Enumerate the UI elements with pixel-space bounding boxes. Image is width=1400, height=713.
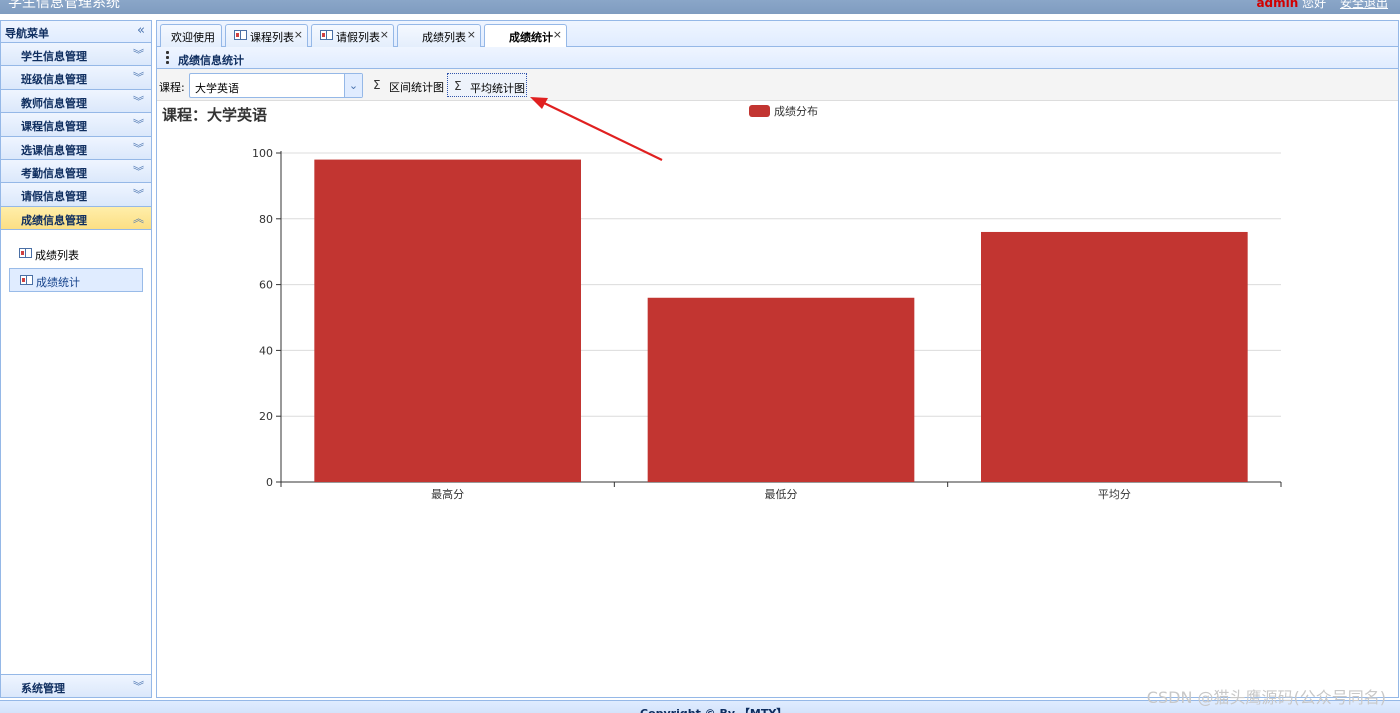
sidebar-item-class[interactable]: 班级信息管理 ︾ bbox=[1, 66, 151, 90]
tab-grade-list[interactable]: 成绩列表 × bbox=[397, 24, 481, 47]
sidebar-item-label: 系统管理 bbox=[21, 681, 65, 695]
book-icon bbox=[320, 30, 333, 40]
panel-header: 成绩信息统计 bbox=[157, 47, 1398, 69]
course-label: 课程: bbox=[159, 81, 185, 94]
sidebar-item-course[interactable]: 课程信息管理 ︾ bbox=[1, 113, 151, 137]
y-tick-label: 80 bbox=[259, 213, 273, 226]
double-chevron-down-icon: ︾ bbox=[133, 48, 144, 61]
range-chart-button[interactable]: Σ 区间统计图 bbox=[367, 73, 447, 97]
bar bbox=[314, 159, 581, 482]
tab-course-list[interactable]: 课程列表 × bbox=[225, 24, 308, 47]
grade-submenu: 成绩列表 成绩统计 bbox=[1, 230, 151, 670]
x-tick-label: 平均分 bbox=[1098, 488, 1131, 501]
legend-swatch bbox=[749, 105, 770, 117]
sidebar-title: 导航菜单 bbox=[5, 27, 49, 40]
bar bbox=[981, 231, 1248, 482]
toolbar: 课程: 大学英语 ⌄ Σ 区间统计图 Σ 平均统计图 bbox=[157, 69, 1398, 101]
y-tick-label: 40 bbox=[259, 344, 273, 357]
app-header: 学生信息管理系统 admin 您好 安全退出 bbox=[0, 0, 1400, 14]
user-name: admin bbox=[1256, 0, 1299, 10]
main-panel: 欢迎使用 课程列表 × 请假列表 × 成绩列表 × 成绩统计 × 成绩信息统计 … bbox=[156, 20, 1399, 698]
close-icon[interactable]: × bbox=[553, 28, 562, 41]
submenu-item-grade-stats[interactable]: 成绩统计 bbox=[9, 268, 143, 293]
sidebar-item-selection[interactable]: 选课信息管理 ︾ bbox=[1, 136, 151, 160]
sidebar-item-label: 课程信息管理 bbox=[21, 120, 87, 134]
double-chevron-down-icon: ︾ bbox=[133, 164, 144, 178]
footer-copyright: Copyright © By 【MTY】 bbox=[640, 705, 787, 713]
sidebar: 导航菜单 « 学生信息管理 ︾ 班级信息管理 ︾ 教师信息管理 ︾ 课程信息管理… bbox=[0, 20, 152, 698]
avg-chart-label: 平均统计图 bbox=[470, 82, 525, 95]
tab-welcome[interactable]: 欢迎使用 bbox=[160, 24, 222, 47]
range-chart-label: 区间统计图 bbox=[389, 81, 444, 94]
course-select-value: 大学英语 bbox=[195, 82, 239, 95]
close-icon[interactable]: × bbox=[380, 28, 389, 41]
sidebar-item-leave[interactable]: 请假信息管理 ︾ bbox=[1, 183, 151, 207]
sidebar-item-label: 班级信息管理 bbox=[21, 73, 87, 87]
close-icon[interactable]: × bbox=[467, 28, 476, 41]
sidebar-item-student[interactable]: 学生信息管理 ︾ bbox=[1, 43, 151, 67]
double-chevron-down-icon: ︾ bbox=[133, 118, 144, 132]
sidebar-item-grade[interactable]: 成绩信息管理 ︽ bbox=[1, 206, 151, 231]
tab-grade-stats[interactable]: 成绩统计 × bbox=[484, 24, 567, 48]
user-box: admin 您好 安全退出 bbox=[1256, 0, 1388, 11]
book-icon bbox=[20, 275, 33, 286]
sidebar-item-label: 考勤信息管理 bbox=[21, 166, 87, 180]
legend-label: 成绩分布 bbox=[774, 105, 818, 118]
vertical-dots-icon bbox=[166, 51, 169, 65]
avg-chart-button[interactable]: Σ 平均统计图 bbox=[447, 73, 527, 97]
submenu-item-grade-list[interactable]: 成绩列表 bbox=[9, 242, 143, 266]
sidebar-item-system[interactable]: 系统管理 ︾ bbox=[1, 673, 151, 697]
chart-area: 课程：大学英语 0 20 40 60 80 100 最高分 最低分 平均分 成绩分布 bbox=[157, 101, 1398, 695]
double-chevron-down-icon: ︾ bbox=[133, 94, 144, 108]
double-chevron-down-icon: ︾ bbox=[133, 141, 144, 155]
close-icon[interactable]: × bbox=[294, 28, 303, 41]
sidebar-item-label: 选课信息管理 bbox=[21, 143, 87, 157]
submenu-item-label: 成绩列表 bbox=[35, 249, 79, 263]
book-icon bbox=[234, 30, 247, 40]
book-icon bbox=[19, 248, 32, 259]
sidebar-header: 导航菜单 « bbox=[1, 21, 151, 43]
user-greeting: 您好 bbox=[1302, 0, 1327, 10]
double-chevron-down-icon: ︾ bbox=[133, 188, 144, 202]
double-chevron-down-icon: ︾ bbox=[133, 679, 144, 693]
tab-label: 欢迎使用 bbox=[171, 31, 215, 44]
watermark: CSDN @猫头鹰源码(公众号同名) bbox=[1146, 688, 1386, 707]
sigma-icon: Σ bbox=[454, 79, 462, 93]
tab-label: 请假列表 bbox=[336, 31, 380, 44]
sidebar-item-label: 教师信息管理 bbox=[21, 96, 87, 110]
chevron-down-icon[interactable]: ⌄ bbox=[344, 74, 362, 97]
y-tick-label: 20 bbox=[259, 410, 273, 423]
sidebar-item-label: 请假信息管理 bbox=[21, 190, 87, 204]
tab-leave-list[interactable]: 请假列表 × bbox=[311, 24, 394, 47]
double-chevron-down-icon: ︾ bbox=[133, 71, 144, 85]
y-tick-label: 60 bbox=[259, 279, 273, 292]
sidebar-item-teacher[interactable]: 教师信息管理 ︾ bbox=[1, 89, 151, 114]
panel-title: 成绩信息统计 bbox=[178, 54, 244, 67]
y-tick-label: 100 bbox=[252, 147, 273, 160]
double-chevron-up-icon: ︽ bbox=[133, 211, 144, 225]
x-tick-label: 最高分 bbox=[431, 487, 464, 501]
tab-label: 成绩统计 bbox=[509, 31, 553, 44]
sidebar-item-label: 成绩信息管理 bbox=[21, 213, 87, 227]
y-tick-label: 0 bbox=[266, 476, 273, 489]
course-select[interactable]: 大学英语 ⌄ bbox=[189, 73, 363, 98]
double-chevron-left-icon[interactable]: « bbox=[137, 23, 145, 38]
x-tick-label: 最低分 bbox=[765, 488, 798, 501]
sidebar-item-label: 学生信息管理 bbox=[21, 50, 87, 63]
tab-label: 成绩列表 bbox=[422, 31, 466, 44]
logout-link[interactable]: 安全退出 bbox=[1340, 0, 1388, 10]
tab-strip: 欢迎使用 课程列表 × 请假列表 × 成绩列表 × 成绩统计 × bbox=[157, 21, 1398, 48]
sigma-icon: Σ bbox=[373, 78, 381, 92]
bar bbox=[647, 297, 915, 482]
bar-chart: 0 20 40 60 80 100 最高分 最低分 平均分 成绩分布 bbox=[252, 105, 1282, 501]
sidebar-item-attendance[interactable]: 考勤信息管理 ︾ bbox=[1, 159, 151, 184]
app-title: 学生信息管理系统 bbox=[8, 0, 120, 11]
submenu-item-label: 成绩统计 bbox=[36, 276, 80, 290]
tab-label: 课程列表 bbox=[250, 31, 294, 44]
